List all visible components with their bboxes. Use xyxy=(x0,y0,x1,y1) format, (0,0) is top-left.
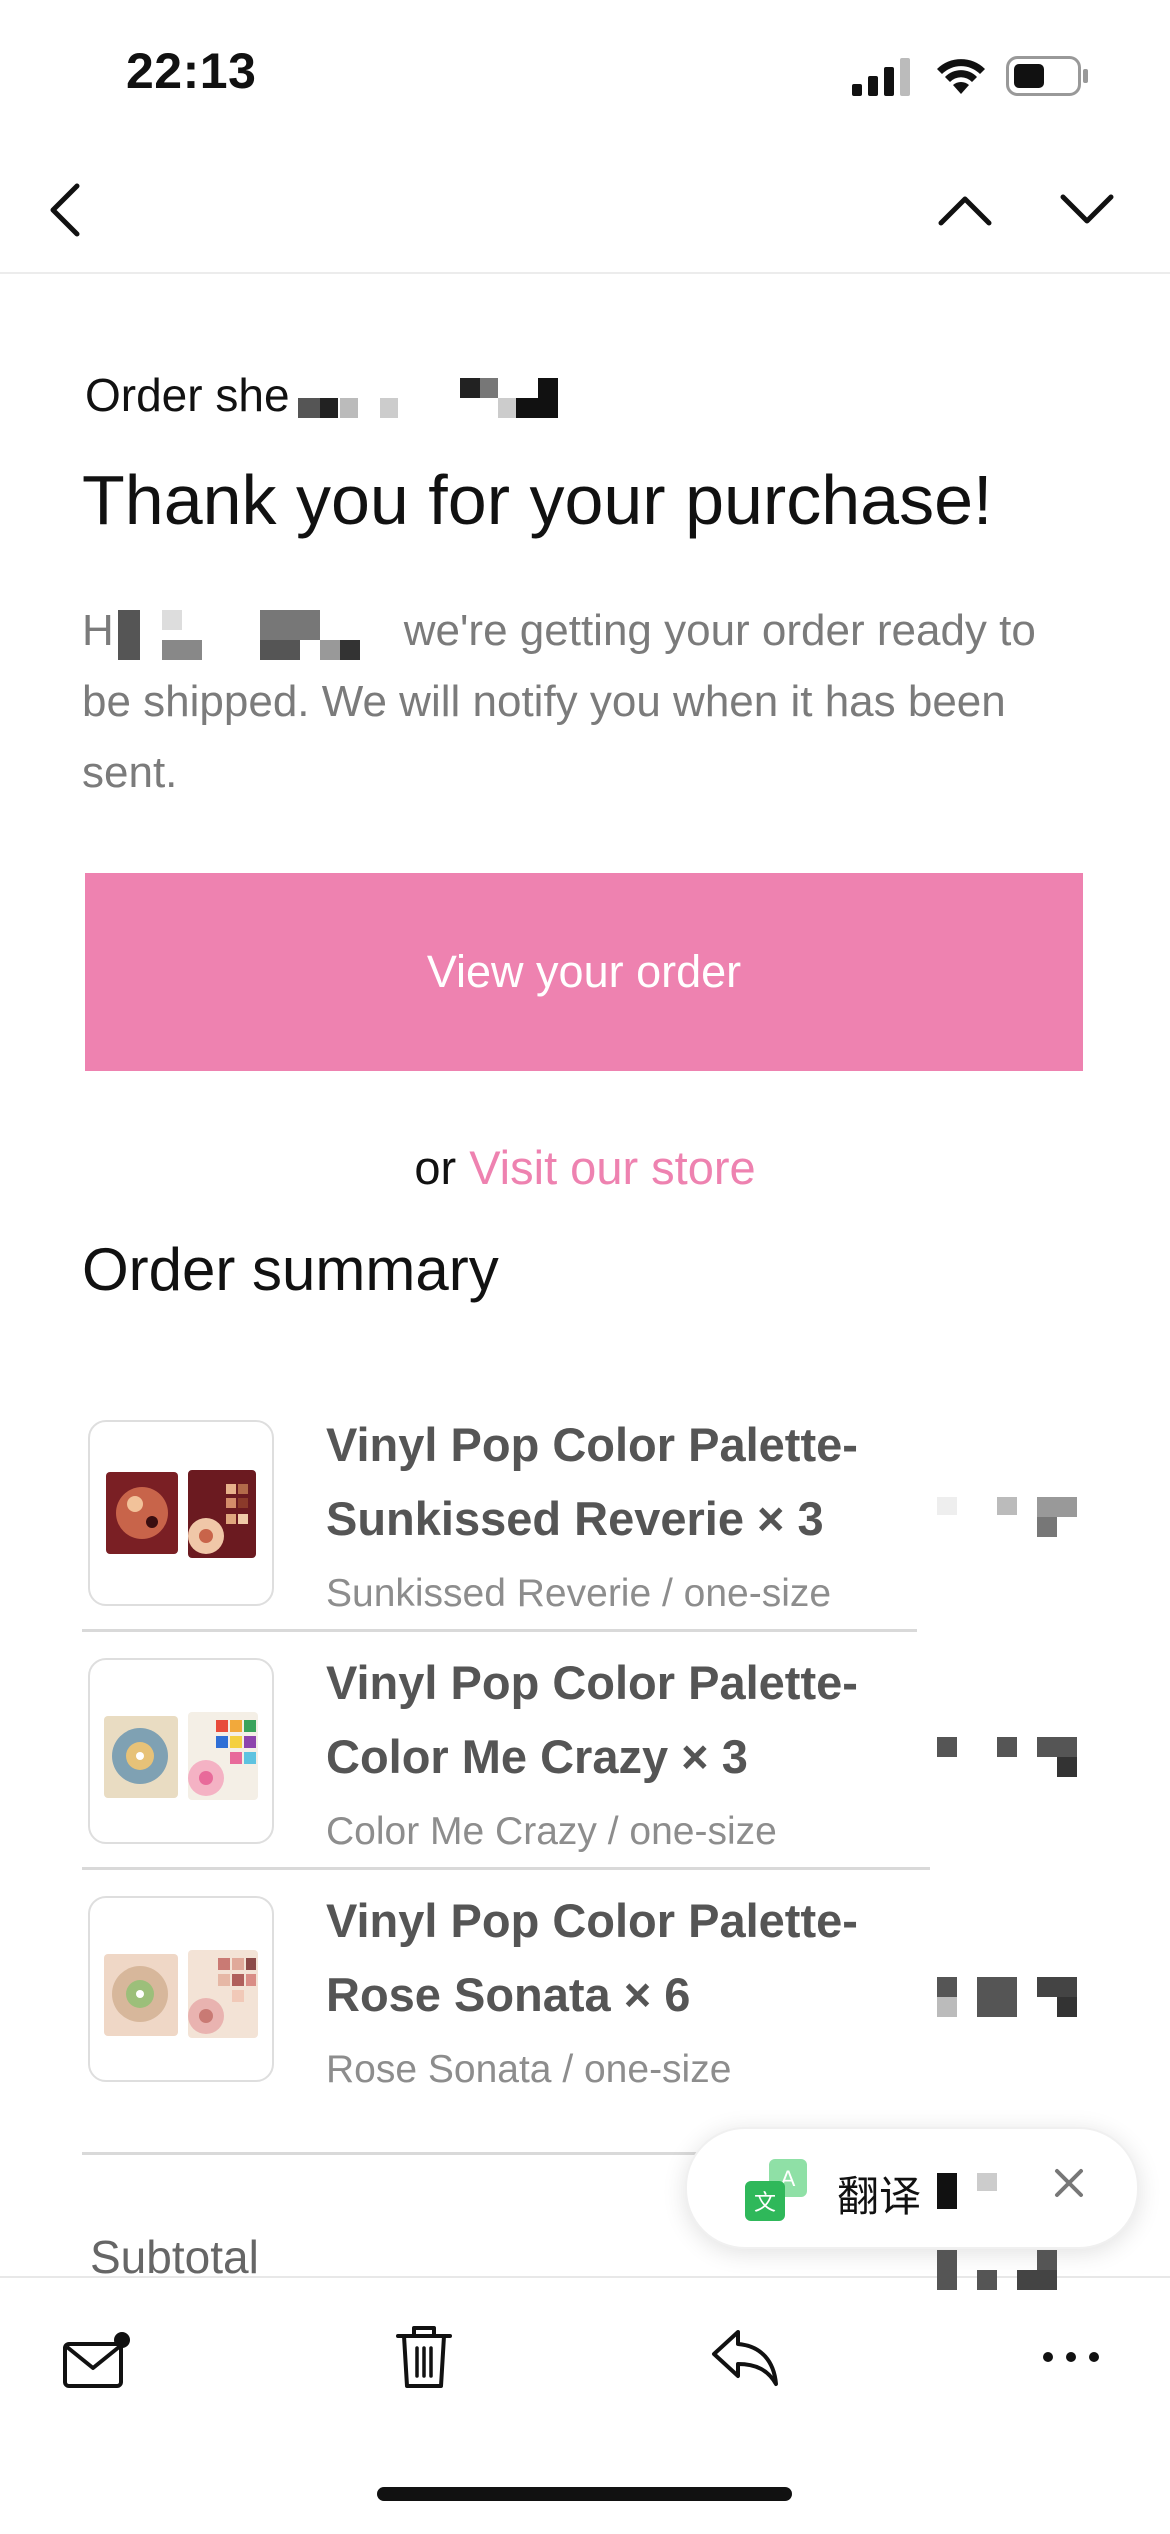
more-button[interactable] xyxy=(1040,2342,1102,2372)
close-icon xyxy=(1055,2169,1083,2197)
redacted-price xyxy=(935,1492,1080,1540)
order-item: Vinyl Pop Color Palette- Color Me Crazy ×… xyxy=(82,1656,922,1853)
previous-message-icon xyxy=(938,196,992,226)
order-item: Vinyl Pop Color Palette- Rose Sonata × 6 … xyxy=(82,1894,922,2091)
next-message-button[interactable] xyxy=(1052,180,1122,240)
store-link-line: or Visit our store xyxy=(414,1141,756,1194)
translate-popup[interactable]: A 文 翻译 xyxy=(685,2127,1139,2249)
back-chevron-icon xyxy=(50,183,80,237)
order-summary-title: Order summary xyxy=(82,1236,499,1303)
item-variant: Rose Sonata / one-size xyxy=(326,2048,732,2091)
svg-text:文: 文 xyxy=(754,2191,776,2216)
redacted-pixelation xyxy=(937,2250,1082,2292)
visit-store-link[interactable]: Visit our store xyxy=(469,1141,755,1194)
home-indicator xyxy=(377,2487,792,2501)
item-variant: Color Me Crazy / one-size xyxy=(326,1810,777,1853)
order-item: Vinyl Pop Color Palette- Sunkissed Reveri… xyxy=(82,1418,922,1615)
item-variant: Sunkissed Reverie / one-size xyxy=(326,1572,832,1615)
item-title: Vinyl Pop Color Palette- Color Me Crazy ×… xyxy=(326,1656,858,1783)
wifi-icon xyxy=(934,54,988,96)
more-icon xyxy=(1043,2352,1099,2362)
product-thumbnail xyxy=(88,1420,274,1606)
redacted-price xyxy=(935,1732,1080,1780)
redacted-pixelation xyxy=(937,2173,997,2213)
mail-nav-bar xyxy=(0,150,1170,274)
view-order-button[interactable]: View your order xyxy=(85,873,1083,1071)
mail-button[interactable] xyxy=(62,2330,132,2392)
translate-icon: A 文 xyxy=(745,2159,807,2221)
previous-message-button[interactable] xyxy=(930,180,1000,240)
close-button[interactable] xyxy=(1049,2163,1099,2213)
item-title: Vinyl Pop Color Palette- Rose Sonata × 6 xyxy=(326,1894,858,2021)
product-thumbnail xyxy=(88,1896,274,2082)
status-time: 22:13 xyxy=(126,43,257,99)
mail-icon xyxy=(63,2332,130,2388)
item-divider xyxy=(82,1867,930,1870)
redacted-price xyxy=(935,1972,1080,2020)
next-message-icon xyxy=(1060,194,1114,224)
translate-label: 翻译 xyxy=(837,2173,922,2220)
cellular-signal-icon xyxy=(852,58,914,96)
item-divider xyxy=(82,1629,917,1632)
preheader-text: Order she xyxy=(85,369,290,421)
battery-icon xyxy=(1006,56,1090,96)
redacted-pixelation xyxy=(118,610,363,662)
redacted-pixelation xyxy=(298,376,560,420)
trash-icon xyxy=(396,2326,452,2388)
reply-button[interactable] xyxy=(710,2326,780,2388)
back-button[interactable] xyxy=(30,170,100,250)
reply-icon xyxy=(712,2330,778,2386)
page-title: Thank you for your purchase! xyxy=(82,461,993,539)
delete-button[interactable] xyxy=(394,2322,454,2392)
product-thumbnail xyxy=(88,1658,274,1844)
item-title: Vinyl Pop Color Palette- Sunkissed Reveri… xyxy=(326,1418,858,1545)
